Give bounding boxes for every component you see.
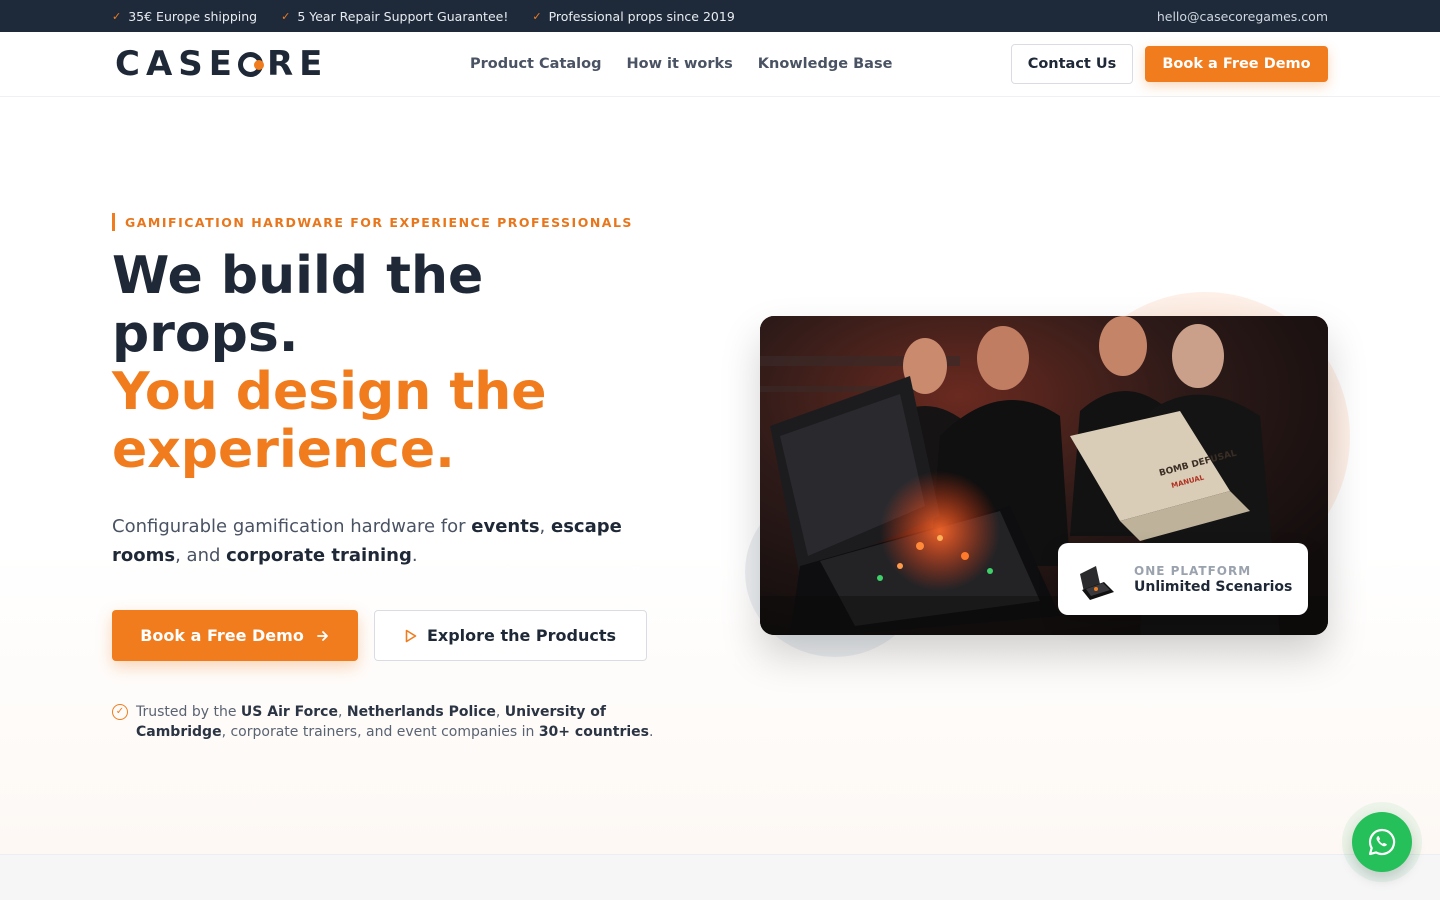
announcement-bar: ✓ 35€ Europe shipping ✓ 5 Year Repair Su… [0, 0, 1440, 32]
contact-us-button[interactable]: Contact Us [1011, 44, 1133, 84]
prop-case-thumbnail [1080, 566, 1114, 600]
trusted-text: . [648, 724, 654, 740]
whatsapp-icon [1368, 828, 1396, 856]
site-header: CASE RE Product Catalog How it works Know… [0, 32, 1440, 97]
check-circle-icon: ✓ [112, 704, 128, 720]
trusted-us-air-force: US Air Force [240, 704, 338, 720]
badge-title: Unlimited Scenarios [1134, 578, 1293, 595]
nav-knowledge-base[interactable]: Knowledge Base [758, 56, 893, 72]
hero-section: GAMIFICATION HARDWARE FOR EXPERIENCE PRO… [0, 97, 1440, 854]
header-book-demo-button[interactable]: Book a Free Demo [1145, 46, 1328, 82]
hero-lead: Configurable gamification hardware for e… [112, 512, 672, 570]
check-icon: ✓ [112, 9, 122, 23]
badge-text: ONE PLATFORM Unlimited Scenarios [1134, 564, 1292, 595]
perk-repair-guarantee: ✓ 5 Year Repair Support Guarantee! [281, 9, 508, 24]
play-icon [405, 629, 417, 642]
hero-title-line1: We build the props. [112, 246, 484, 364]
lead-strong-events: events [471, 516, 540, 537]
trusted-text: , corporate trainers, and event companie… [221, 724, 539, 740]
trusted-text: , [337, 704, 347, 720]
nav-product-catalog[interactable]: Product Catalog [470, 56, 601, 72]
trusted-countries: 30+ countries [538, 724, 649, 740]
lead-text: , [539, 516, 551, 537]
lead-text: Configurable gamification hardware for [112, 516, 472, 537]
perk-label: 35€ Europe shipping [128, 8, 258, 24]
whatsapp-chat-button[interactable] [1352, 812, 1412, 872]
nav-how-it-works[interactable]: How it works [626, 56, 732, 72]
perk-shipping: ✓ 35€ Europe shipping [112, 9, 257, 24]
trusted-by-text: Trusted by the US Air Force, Netherlands… [136, 702, 672, 742]
explore-products-button[interactable]: Explore the Products [374, 610, 647, 661]
logo-text-start: CASE [115, 44, 238, 84]
lead-strong-corporate-training: corporate training [226, 545, 412, 566]
perk-label: Professional props since 2019 [548, 8, 735, 24]
perk-label: 5 Year Repair Support Guarantee! [297, 8, 509, 24]
logo-text-end: RE [266, 44, 329, 84]
lead-text: . [411, 545, 418, 566]
hero-eyebrow: GAMIFICATION HARDWARE FOR EXPERIENCE PRO… [112, 213, 633, 231]
check-icon: ✓ [281, 9, 291, 23]
trusted-netherlands-police: Netherlands Police [346, 704, 496, 720]
hero-book-demo-button[interactable]: Book a Free Demo [112, 610, 358, 661]
trusted-text: Trusted by the [136, 704, 241, 720]
perks-list: ✓ 35€ Europe shipping ✓ 5 Year Repair Su… [112, 0, 735, 32]
platform-badge: ONE PLATFORM Unlimited Scenarios [1058, 543, 1308, 615]
trusted-by-note: ✓ Trusted by the US Air Force, Netherlan… [112, 702, 672, 742]
main-nav: Product Catalog How it works Knowledge B… [470, 32, 892, 96]
logo-core-icon [237, 51, 264, 77]
contact-email-link[interactable]: hello@casecoregames.com [1157, 0, 1328, 32]
badge-kicker: ONE PLATFORM [1134, 563, 1252, 578]
hero-title: We build the props. You design the exper… [112, 247, 672, 479]
casecore-logo[interactable]: CASE RE [115, 44, 329, 84]
check-icon: ✓ [532, 9, 542, 23]
trusted-text: , [495, 704, 505, 720]
explore-products-label: Explore the Products [426, 626, 617, 645]
perk-since-2019: ✓ Professional props since 2019 [532, 9, 734, 24]
arrow-right-icon [316, 630, 328, 641]
hero-title-line2: You design the experience. [112, 362, 547, 480]
next-section [0, 854, 1440, 900]
lead-text: , and [175, 545, 227, 566]
hero-book-demo-label: Book a Free Demo [140, 626, 304, 645]
